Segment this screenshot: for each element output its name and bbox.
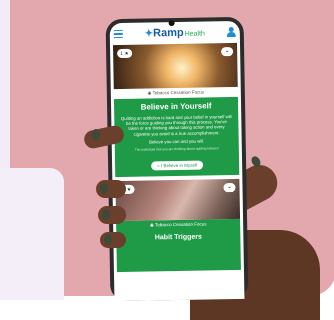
caption-text-2: Tobacco Cessation Focus bbox=[154, 221, 207, 228]
card-affirmation: Believe you can and you will. bbox=[149, 138, 205, 145]
phone-device: ✦ Ramp Health 1 ★ ⌄ ◉ Tobacco Cessation … bbox=[105, 16, 249, 302]
logo-suffix: Health bbox=[184, 30, 205, 38]
chevron-down-icon[interactable]: ⌄ bbox=[221, 47, 234, 57]
check-icon: ○ bbox=[156, 163, 160, 169]
card-title-2: Habit Triggers bbox=[154, 233, 202, 242]
app-bar: ✦ Ramp Health bbox=[110, 21, 240, 45]
fingernail bbox=[104, 234, 112, 245]
card-image-hands-phone: 1 ★ ⌄ bbox=[115, 178, 241, 222]
card-badge: 1 ★ bbox=[117, 48, 132, 59]
caption-text: Tobacco Cessation Focus bbox=[152, 89, 205, 96]
card-caption-2: ◉ Tobacco Cessation Focus bbox=[120, 221, 236, 229]
user-profile-icon[interactable] bbox=[227, 27, 236, 37]
card-note: The individual that you are thinking abo… bbox=[134, 146, 219, 152]
phone-screen: ✦ Ramp Health 1 ★ ⌄ ◉ Tobacco Cessation … bbox=[109, 20, 245, 302]
info-icon-2: ◉ bbox=[149, 222, 154, 228]
info-icon: ◉ bbox=[147, 90, 152, 96]
fingernail bbox=[92, 129, 100, 140]
ramp-logo-icon: ✦ bbox=[144, 28, 154, 40]
logo-brand: Ramp bbox=[152, 26, 184, 40]
card-image-light-hands: 1 ★ ⌄ bbox=[113, 42, 238, 90]
hamburger-menu-icon[interactable] bbox=[113, 28, 123, 40]
fingernail bbox=[102, 209, 110, 220]
card-title: Believe in Yourself bbox=[140, 101, 212, 112]
camera-dot bbox=[168, 20, 175, 27]
card-body: Quitting an addiction is hard and your b… bbox=[120, 114, 232, 137]
fingernail bbox=[100, 183, 108, 194]
ramp-health-logo: ✦ Ramp Health bbox=[144, 26, 205, 40]
card-content-2: ◉ Tobacco Cessation Focus Habit Triggers bbox=[116, 218, 241, 273]
believe-button-label: I Believe in Myself bbox=[160, 162, 198, 169]
lavender-panel bbox=[0, 168, 64, 300]
card-content: Believe in Yourself Quitting an addictio… bbox=[113, 96, 240, 178]
believe-button[interactable]: ○ I Believe in Myself bbox=[150, 160, 204, 171]
chevron-down-icon-2[interactable]: ⌄ bbox=[223, 182, 236, 193]
